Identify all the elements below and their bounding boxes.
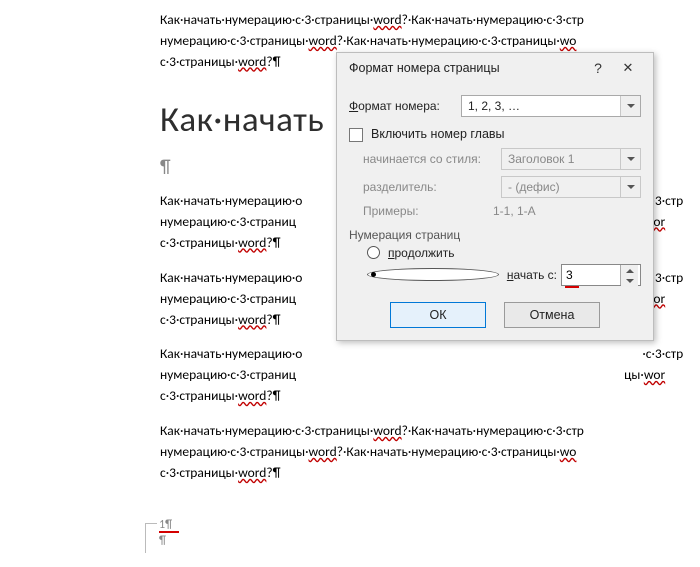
spellcheck-word: wor xyxy=(644,366,665,383)
spellcheck-word: wo xyxy=(560,443,577,460)
spellcheck-word: wo xyxy=(560,32,577,49)
body-text: Как·начать·нумерацию·с·3·страницы· xyxy=(160,11,373,28)
body-text: Как·начать·нумерацию·о xyxy=(160,269,302,286)
start-style-value: Заголовок 1 xyxy=(508,152,574,166)
examples-label: Примеры: xyxy=(363,204,493,218)
footer-area: 1¶ ¶ xyxy=(145,518,545,558)
body-text: с·3·страницы· xyxy=(160,387,238,404)
checkbox-empty-icon xyxy=(349,128,363,142)
help-button[interactable]: ? xyxy=(583,60,613,76)
continue-radio-label: продолжить xyxy=(388,246,454,260)
body-text: ?·Как·начать·нумерацию·с·3·стр xyxy=(402,422,584,439)
start-at-spinner[interactable] xyxy=(561,264,641,286)
dialog-title: Формат номера страницы xyxy=(349,61,583,75)
start-style-label: начинается со стиля: xyxy=(363,152,493,166)
ok-button[interactable]: ОК xyxy=(390,302,486,328)
body-text: нумерацию·с·3·страницы· xyxy=(160,32,309,49)
spinner-up-icon[interactable] xyxy=(621,265,638,276)
body-text: с·3·страницы· xyxy=(160,464,238,481)
include-chapter-label: Включить номер главы xyxy=(371,127,505,141)
start-at-radio[interactable]: начать с: xyxy=(367,264,641,286)
spellcheck-word: word xyxy=(238,234,266,251)
body-text: с·3·страницы· xyxy=(160,311,238,328)
body-text: Как·начать·нумерацию·с·3·страницы· xyxy=(160,422,373,439)
cancel-button[interactable]: Отмена xyxy=(504,302,600,328)
spellcheck-word: word xyxy=(309,443,337,460)
body-text: ?¶ xyxy=(266,387,280,404)
body-text: нумерацию·с·3·страниц xyxy=(160,290,296,307)
spellcheck-word: word xyxy=(238,53,266,70)
body-text: ?·Как·начать·нумерацию·с·3·стр xyxy=(402,11,584,28)
ok-button-label: ОК xyxy=(429,308,446,322)
radio-unchecked-icon xyxy=(367,246,380,259)
cancel-button-label: Отмена xyxy=(530,308,575,322)
spinner-down-icon[interactable] xyxy=(621,276,638,287)
page-numbering-group-label: Нумерация страниц xyxy=(349,228,641,242)
chevron-down-icon xyxy=(620,177,640,197)
body-text: ?·Как·начать·нумерацию·с·3·страницы· xyxy=(337,443,560,460)
examples-value: 1-1, 1-A xyxy=(493,204,536,218)
footer-pilcrow: ¶ xyxy=(159,534,166,548)
start-at-input[interactable] xyxy=(562,265,620,285)
chevron-down-icon xyxy=(620,149,640,169)
body-text: ?¶ xyxy=(266,464,280,481)
body-text: ?¶ xyxy=(266,311,280,328)
spellcheck-word: word xyxy=(238,464,266,481)
number-format-label: ФФормат номера:ормат номера: xyxy=(349,99,453,113)
separator-select: - (дефис) xyxy=(501,176,641,198)
include-chapter-checkbox[interactable]: Включить номер главы xyxy=(349,127,641,142)
annotation-underline xyxy=(565,286,579,288)
body-text: Как·начать·нумерацию·о xyxy=(160,192,302,209)
body-text: с·3·страницы· xyxy=(160,53,238,70)
close-button[interactable]: ✕ xyxy=(613,60,643,76)
separator-value: - (дефис) xyxy=(508,180,560,194)
continue-radio[interactable]: продолжить xyxy=(367,246,641,260)
annotation-underline xyxy=(159,531,179,533)
body-text: нумерацию·с·3·страниц xyxy=(160,213,296,230)
start-at-label: начать с: xyxy=(507,268,557,282)
page-number-footer: 1¶ xyxy=(159,518,172,532)
number-format-value: 1, 2, 3, … xyxy=(468,99,520,113)
body-text: Как·начать·нумерацию·о xyxy=(160,345,302,362)
body-text: нумерацию·с·3·страниц xyxy=(160,366,296,383)
body-text: цы· xyxy=(624,366,644,383)
chevron-down-icon xyxy=(620,96,640,116)
number-format-select[interactable]: 1, 2, 3, … xyxy=(461,95,641,117)
body-text: ·с·3·стр xyxy=(642,345,683,362)
body-text: нумерацию·с·3·страницы· xyxy=(160,443,309,460)
spellcheck-word: word xyxy=(238,387,266,404)
spellcheck-word: word xyxy=(373,422,401,439)
spellcheck-word: word xyxy=(373,11,401,28)
body-text: ?·Как·начать·нумерацию·с·3·страницы· xyxy=(337,32,560,49)
body-text: ?¶ xyxy=(266,53,280,70)
separator-label: разделитель: xyxy=(363,180,493,194)
spellcheck-word: word xyxy=(309,32,337,49)
body-text: ?¶ xyxy=(266,234,280,251)
spellcheck-word: word xyxy=(238,311,266,328)
radio-checked-icon xyxy=(367,268,499,281)
body-text: с·3·страницы· xyxy=(160,234,238,251)
start-style-select: Заголовок 1 xyxy=(501,148,641,170)
page-number-format-dialog: Формат номера страницы ? ✕ ФФормат номер… xyxy=(336,52,654,341)
dialog-titlebar[interactable]: Формат номера страницы ? ✕ xyxy=(337,53,653,83)
